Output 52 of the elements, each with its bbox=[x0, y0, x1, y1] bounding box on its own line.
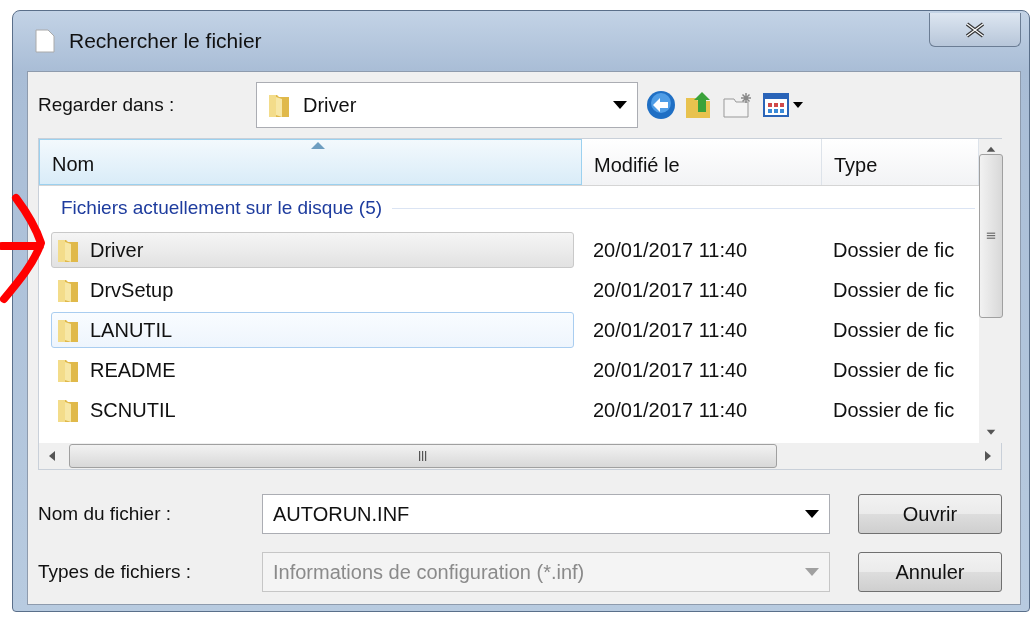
file-row-name[interactable]: DrvSetup bbox=[51, 272, 574, 308]
new-folder-icon[interactable] bbox=[722, 91, 754, 119]
horizontal-scrollbar[interactable] bbox=[39, 443, 1001, 469]
group-header: Fichiers actuellement sur le disque (5) bbox=[61, 197, 383, 219]
dropdown-caret-icon[interactable] bbox=[805, 510, 819, 518]
folder-icon bbox=[56, 317, 80, 343]
scroll-grip-icon bbox=[417, 450, 429, 462]
file-row-name[interactable]: README bbox=[51, 352, 574, 388]
scroll-arrow-icon[interactable] bbox=[986, 145, 996, 154]
scroll-thumb[interactable] bbox=[979, 153, 1003, 318]
back-icon[interactable] bbox=[646, 90, 676, 120]
look-in-label: Regarder dans : bbox=[38, 94, 176, 116]
folder-icon bbox=[267, 92, 291, 118]
type-cell-text: Dossier de fic bbox=[832, 398, 956, 422]
document-icon bbox=[35, 29, 55, 53]
date-cell-text: 20/01/2017 11:40 bbox=[592, 398, 749, 422]
scroll-arrow-icon[interactable] bbox=[986, 428, 996, 437]
file-types-label: Types de fichiers : bbox=[38, 561, 193, 583]
folder-icon bbox=[56, 277, 80, 303]
scroll-arrow-icon[interactable] bbox=[47, 451, 57, 461]
column-header[interactable]: Nom bbox=[39, 139, 582, 185]
close-button[interactable] bbox=[929, 13, 1021, 47]
window-title: Rechercher le fichier bbox=[69, 29, 263, 53]
type-cell-text: Dossier de fic bbox=[832, 238, 956, 262]
date-cell-text: 20/01/2017 11:40 bbox=[592, 318, 749, 342]
column-header[interactable]: Modifié le bbox=[582, 139, 822, 185]
scroll-arrow-icon[interactable] bbox=[983, 451, 993, 461]
type-cell-text: Dossier de fic bbox=[832, 358, 956, 382]
date-cell-text: 20/01/2017 11:40 bbox=[592, 238, 749, 262]
scroll-thumb[interactable] bbox=[69, 444, 777, 468]
folder-icon bbox=[56, 357, 80, 383]
type-cell-text: Dossier de fic bbox=[832, 318, 956, 342]
look-in-dropdown[interactable]: Driver bbox=[256, 82, 638, 128]
date-cell-text: 20/01/2017 11:40 bbox=[592, 278, 749, 302]
folder-icon bbox=[56, 237, 80, 263]
vertical-scrollbar[interactable] bbox=[979, 139, 1003, 443]
file-name-field[interactable]: AUTORUN.INF bbox=[262, 494, 830, 534]
file-row-name[interactable]: Driver bbox=[51, 232, 574, 268]
close-icon bbox=[964, 21, 986, 38]
folder-icon bbox=[56, 397, 80, 423]
file-row-name[interactable]: LANUTIL bbox=[51, 312, 574, 348]
open-button[interactable]: Ouvrir bbox=[858, 494, 1002, 534]
date-cell-text: 20/01/2017 11:40 bbox=[592, 358, 749, 382]
dropdown-caret-icon[interactable] bbox=[613, 101, 627, 109]
cancel-button[interactable]: Annuler bbox=[858, 552, 1002, 592]
sort-arrow-icon bbox=[310, 142, 325, 149]
scroll-grip-icon bbox=[985, 230, 997, 241]
file-row-name[interactable]: SCNUTIL bbox=[51, 392, 574, 428]
column-header[interactable]: Type bbox=[822, 139, 979, 185]
view-menu-icon[interactable] bbox=[762, 91, 806, 119]
type-cell-text: Dossier de fic bbox=[832, 278, 956, 302]
file-name-label: Nom du fichier : bbox=[38, 503, 173, 525]
